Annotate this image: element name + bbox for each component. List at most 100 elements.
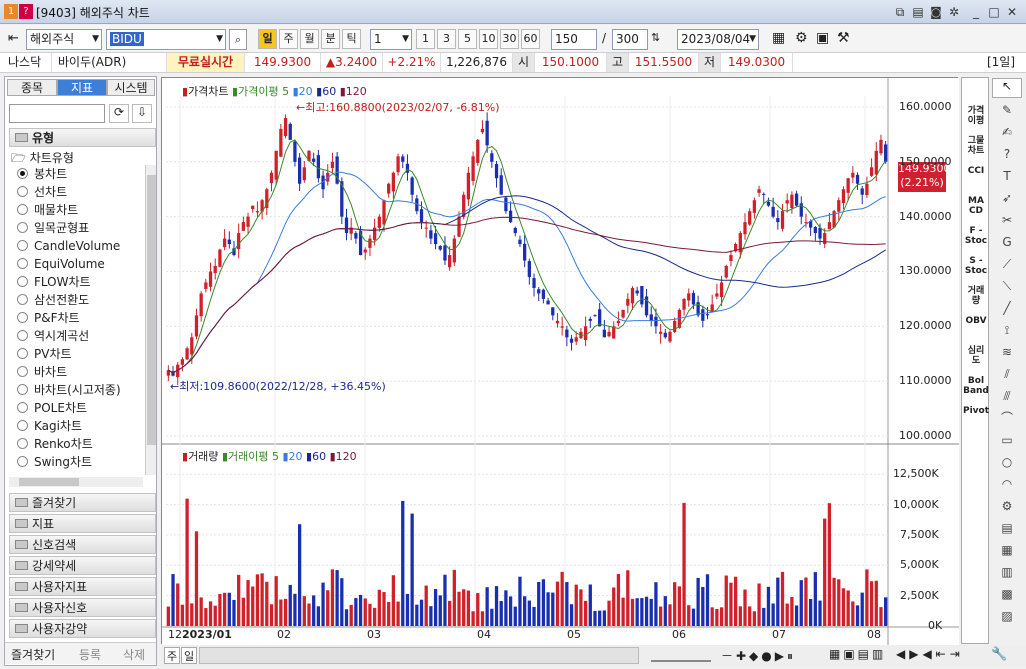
radio-icon[interactable] [17,366,28,377]
section-4[interactable]: 사용자지표 [9,577,156,596]
period-day-button[interactable]: 일 [258,29,277,49]
preset-30-button[interactable]: 30 [500,29,519,49]
sync-icon[interactable]: ⇅ [651,31,660,44]
save-icon[interactable]: ▣ [816,30,829,46]
cursor-tool[interactable]: ↖ [992,78,1022,98]
radio-icon[interactable] [17,276,28,287]
grid-tool-icon[interactable]: ⫻ [996,386,1018,406]
preset-5-button[interactable]: 5 [458,29,477,49]
line2-tool-icon[interactable]: ⟍ [996,276,1018,296]
table-tool-icon[interactable]: ▦ [996,540,1018,560]
quick-indicator-10[interactable]: Pivot [962,406,990,416]
chart-type-item[interactable]: 봉차트 [17,165,67,183]
preset-10-button[interactable]: 10 [479,29,498,49]
pen-icon[interactable]: ✎ [996,100,1018,120]
brush-icon[interactable]: ✍ [996,122,1018,142]
quick-indicator-3[interactable]: MA CD [962,196,990,216]
section-type[interactable]: 유형 [9,128,156,147]
radio-icon[interactable] [17,240,28,251]
export-icons[interactable]: ▦▣▤▥ [829,647,886,661]
gear-icon[interactable]: ✲ [946,4,962,20]
report-tool-icon[interactable]: ▨ [996,606,1018,626]
quick-indicator-4[interactable]: F - Stoc [962,226,990,246]
chart-scrollbar[interactable] [199,647,639,664]
doc-tool-icon[interactable]: ▥ [996,562,1018,582]
period-minute-button[interactable]: 분 [321,29,340,49]
chart-type-item[interactable]: 선차트 [17,183,67,201]
list-scrollbar[interactable] [145,165,156,475]
period-tick-button[interactable]: 틱 [342,29,361,49]
chart-type-item[interactable]: PV차트 [17,345,72,363]
wave-tool-icon[interactable]: ≋ [996,342,1018,362]
chart-type-item[interactable]: 삼선전환도 [17,291,89,309]
quick-indicator-7[interactable]: OBV [962,316,990,326]
help-tool-icon[interactable]: ? [996,144,1018,164]
chart-type-item[interactable]: 역시계곡선 [17,327,89,345]
auto-tool-icon[interactable]: ⚙ [996,496,1018,516]
section-2[interactable]: 신호검색 [9,535,156,554]
chart-tool-icon[interactable]: ▩ [996,584,1018,604]
chart-type-item[interactable]: CandleVolume [17,237,120,255]
chart-type-item[interactable]: 바차트 [17,363,67,381]
preset-3-button[interactable]: 3 [437,29,456,49]
preset-60-button[interactable]: 60 [521,29,540,49]
g-tool-icon[interactable]: G [996,232,1018,252]
nav-controls-icon[interactable]: －✚◆●▶⏸ [721,647,796,664]
radio-icon[interactable] [17,456,28,467]
arc-tool-icon[interactable]: ⌒ [996,408,1018,428]
radio-icon[interactable] [17,186,28,197]
quick-indicator-2[interactable]: CCI [962,166,990,176]
tools-icon[interactable]: ⚒ [837,30,850,46]
section-5[interactable]: 사용자신호 [9,598,156,617]
maximize-button[interactable]: □ [986,4,1002,20]
section-3[interactable]: 강세약세 [9,556,156,575]
section-0[interactable]: 즐겨찾기 [9,493,156,512]
preset-1-button[interactable]: 1 [416,29,435,49]
cut-tool-icon[interactable]: ✂ [996,210,1018,230]
tab-systems[interactable]: 시스템 [107,79,155,96]
text-tool-icon[interactable]: T [996,166,1018,186]
channel-tool-icon[interactable]: ⫽ [996,364,1018,384]
period-week-button[interactable]: 주 [279,29,298,49]
memo-icon[interactable]: ▤ [910,4,926,20]
circle-tool-icon[interactable]: ○ [996,452,1018,472]
list-tool-icon[interactable]: ▤ [996,518,1018,538]
chart-type-item[interactable]: 매물차트 [17,201,78,219]
search-icon[interactable]: ⌕ [229,29,247,50]
pan-icons[interactable]: ◀▶◀⇤⇥ [896,647,964,661]
date-select[interactable]: 2023/08/04 ▼ [677,29,759,50]
wrench-icon[interactable]: 🔧 [991,647,1007,662]
section-1[interactable]: 지표 [9,514,156,533]
chart-type-item[interactable]: Renko차트 [17,435,93,453]
chart-type-item[interactable]: FLOW차트 [17,273,91,291]
tab-indicators[interactable]: 지표 [57,79,107,96]
tab-symbols[interactable]: 종목 [7,79,57,96]
refresh-icon[interactable]: ⟳ [109,104,129,123]
radio-icon[interactable] [17,402,28,413]
price-chart-svg[interactable] [162,78,959,645]
count-stepper[interactable]: 150 [551,29,597,50]
indicator-search-input[interactable] [9,104,105,123]
quick-indicator-1[interactable]: 그물 차트 [962,136,990,156]
trend-tool-icon[interactable]: ╱ [996,298,1018,318]
chart-icon[interactable]: ▦ [772,30,785,46]
radio-icon[interactable] [17,258,28,269]
prev-arrow-icon[interactable]: ⇤ [8,31,19,46]
quick-indicator-5[interactable]: S - Stoc [962,256,990,276]
scroll-thumb[interactable] [147,175,156,445]
interval-select[interactable]: 1 ▼ [370,29,412,50]
fork-tool-icon[interactable]: ⟟ [996,320,1018,340]
ellipse-tool-icon[interactable]: ◠ [996,474,1018,494]
arrow-tool-icon[interactable]: ➶ [996,188,1018,208]
zoom-slider[interactable] [651,648,711,662]
settings-icon[interactable]: ⚙ [795,30,808,46]
symbol-input[interactable]: BIDU ▼ [106,29,226,50]
chart-type-item[interactable]: POLE차트 [17,399,87,417]
chart-area[interactable]: ▮가격차트 ▮가격이평 5 ▮20 ▮60 ▮120 ←최고:160.8800(… [161,77,959,645]
chart-type-item[interactable]: 바차트(시고저종) [17,381,121,399]
link-icon[interactable]: ⧉ [892,4,908,20]
quick-indicator-6[interactable]: 거래 량 [962,286,990,306]
quick-indicator-9[interactable]: Bol Band [962,376,990,396]
line-tool-icon[interactable]: ⟋ [996,254,1018,274]
market-select[interactable]: 해외주식 ▼ [26,29,102,50]
